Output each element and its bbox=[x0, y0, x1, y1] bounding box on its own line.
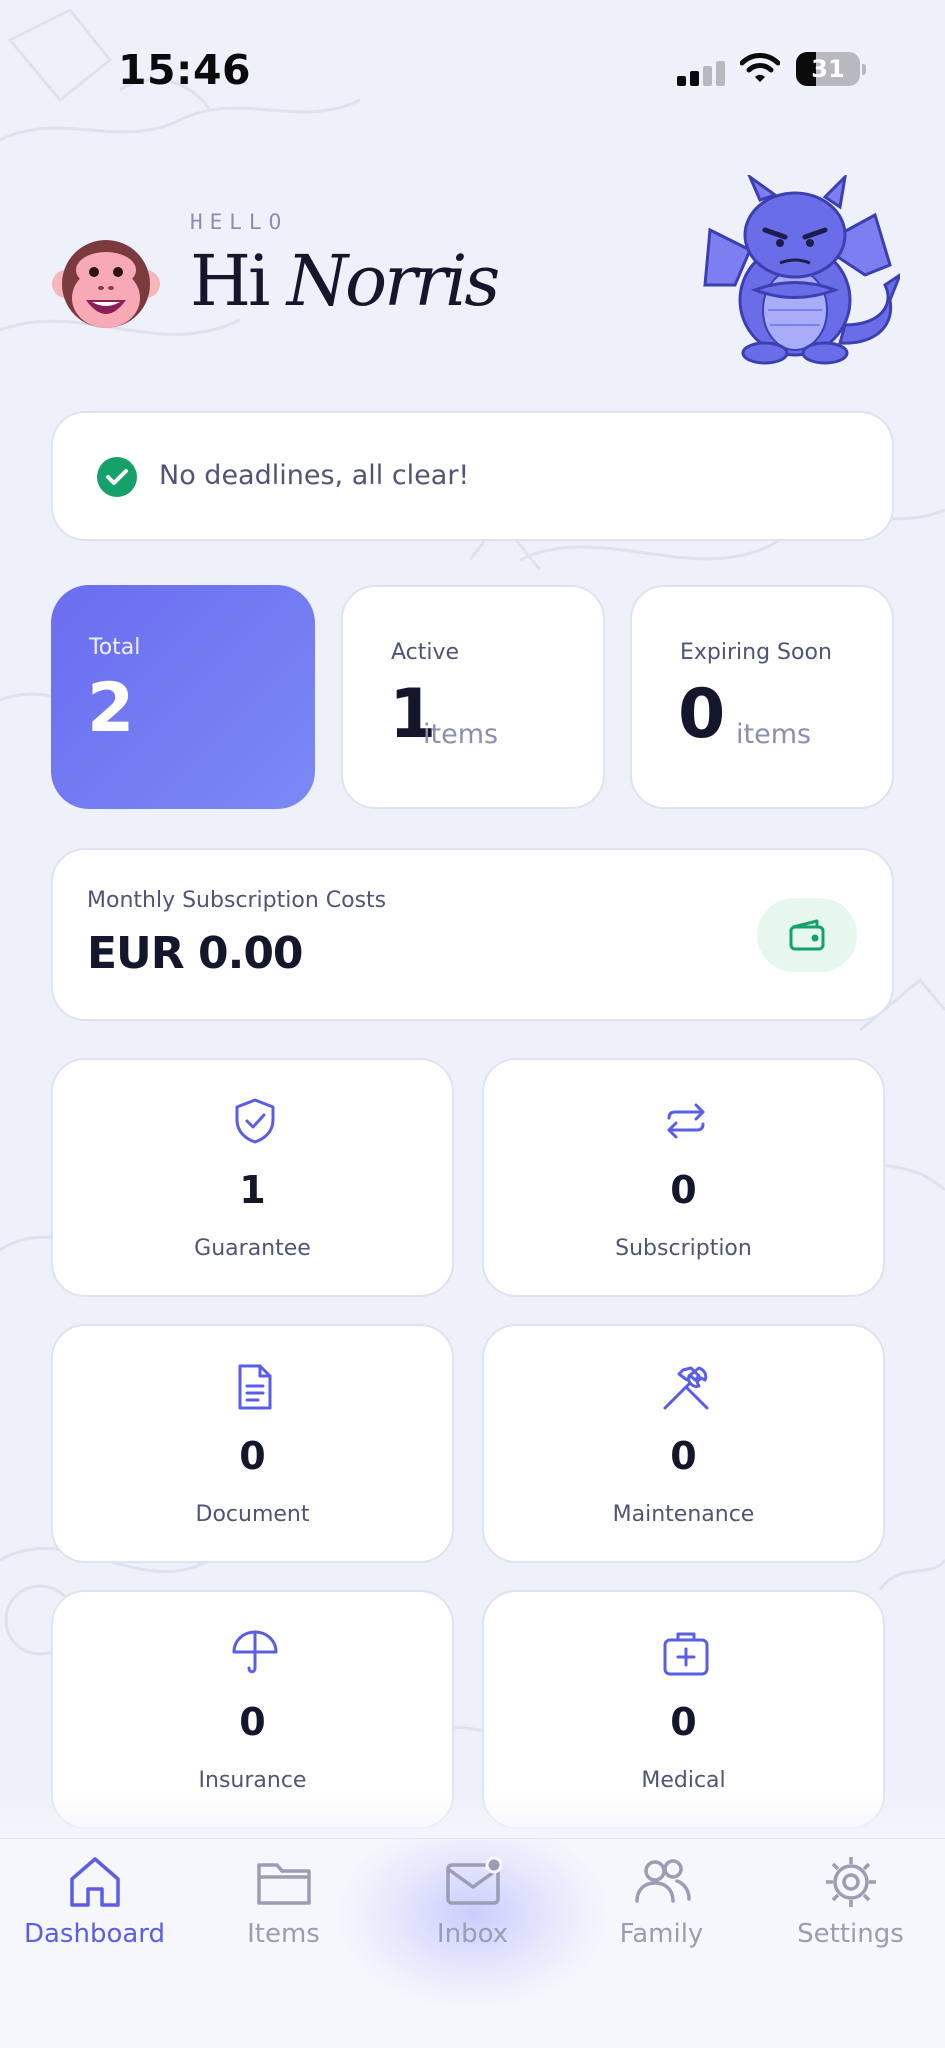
deadline-status-card[interactable]: No deadlines, all clear! bbox=[51, 411, 894, 541]
category-subscription-label: Subscription bbox=[615, 1236, 752, 1261]
category-maintenance-label: Maintenance bbox=[612, 1502, 755, 1527]
nav-family-label: Family bbox=[619, 1919, 704, 1949]
nav-items[interactable]: Items bbox=[189, 1839, 378, 1969]
subscription-costs-label: Monthly Subscription Costs bbox=[87, 888, 387, 913]
stat-expiring-value: 0 bbox=[678, 675, 726, 754]
wallet-icon bbox=[789, 919, 825, 951]
wallet-badge bbox=[757, 898, 857, 972]
stat-active-card[interactable]: Active 1 items bbox=[341, 585, 605, 809]
check-circle-icon bbox=[97, 457, 137, 497]
users-icon bbox=[635, 1859, 691, 1903]
stat-total-label: Total bbox=[89, 635, 141, 660]
bottom-nav: Dashboard Items Inbox Family Settings bbox=[0, 1838, 945, 2048]
nav-items-label: Items bbox=[247, 1919, 320, 1949]
greeting-title: Hi Norris bbox=[190, 240, 501, 322]
cellular-signal-icon bbox=[677, 61, 727, 86]
user-name: Norris bbox=[286, 240, 501, 322]
stat-total-card[interactable]: Total 2 bbox=[51, 585, 315, 809]
category-maintenance-count: 0 bbox=[670, 1434, 697, 1478]
subscription-costs-card[interactable]: Monthly Subscription Costs EUR 0.00 bbox=[51, 848, 894, 1021]
gear-icon bbox=[826, 1857, 876, 1907]
greeting-word: Hi bbox=[190, 240, 270, 322]
tools-icon bbox=[663, 1366, 709, 1410]
dragon-mascot-icon bbox=[703, 175, 900, 365]
category-guarantee-count: 1 bbox=[239, 1168, 266, 1212]
stat-active-label: Active bbox=[391, 640, 460, 665]
nav-dashboard[interactable]: Dashboard bbox=[0, 1839, 189, 1969]
category-document-count: 0 bbox=[239, 1434, 266, 1478]
shield-check-icon bbox=[235, 1098, 275, 1144]
medical-kit-icon bbox=[663, 1632, 709, 1676]
category-document-label: Document bbox=[195, 1502, 310, 1527]
battery-level: 31 bbox=[811, 55, 845, 83]
stat-expiring-card[interactable]: Expiring Soon 0 items bbox=[630, 585, 894, 809]
category-maintenance-card[interactable]: 0 Maintenance bbox=[482, 1324, 885, 1563]
mail-icon bbox=[446, 1856, 502, 1905]
status-time: 15:46 bbox=[118, 46, 252, 94]
nav-inbox[interactable]: Inbox bbox=[378, 1839, 567, 1969]
category-subscription-count: 0 bbox=[670, 1168, 697, 1212]
stat-active-unit: items bbox=[423, 719, 499, 750]
hello-eyebrow: HELLO bbox=[190, 210, 289, 234]
stat-expiring-unit: items bbox=[736, 719, 812, 750]
nav-inbox-label: Inbox bbox=[436, 1919, 509, 1949]
category-subscription-card[interactable]: 0 Subscription bbox=[482, 1058, 885, 1297]
umbrella-icon bbox=[232, 1630, 278, 1674]
nav-dashboard-label: Dashboard bbox=[23, 1919, 166, 1949]
repeat-icon bbox=[667, 1103, 705, 1139]
nav-settings-label: Settings bbox=[797, 1919, 904, 1949]
folder-icon bbox=[257, 1863, 311, 1905]
category-medical-count: 0 bbox=[670, 1700, 697, 1744]
monkey-face-icon[interactable] bbox=[52, 232, 160, 340]
document-icon bbox=[238, 1364, 272, 1410]
category-guarantee-card[interactable]: 1 Guarantee bbox=[51, 1058, 454, 1297]
category-insurance-count: 0 bbox=[239, 1700, 266, 1744]
stat-total-value: 2 bbox=[87, 669, 135, 748]
deadline-message: No deadlines, all clear! bbox=[159, 460, 470, 491]
category-document-card[interactable]: 0 Document bbox=[51, 1324, 454, 1563]
status-bar: 15:46 31 bbox=[0, 0, 945, 140]
nav-settings[interactable]: Settings bbox=[756, 1839, 945, 1969]
battery-icon: 31 bbox=[796, 52, 866, 86]
category-guarantee-label: Guarantee bbox=[194, 1236, 311, 1261]
home-icon bbox=[70, 1857, 120, 1907]
wifi-icon bbox=[740, 53, 780, 82]
nav-family[interactable]: Family bbox=[567, 1839, 756, 1969]
stat-expiring-label: Expiring Soon bbox=[680, 640, 832, 665]
subscription-costs-value: EUR 0.00 bbox=[87, 928, 304, 979]
